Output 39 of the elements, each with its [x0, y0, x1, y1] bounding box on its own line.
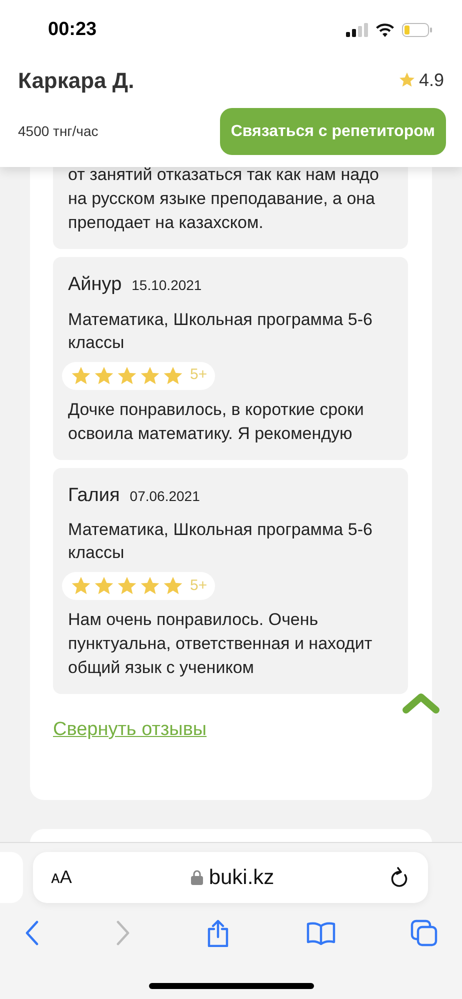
- wifi-icon: [376, 23, 394, 37]
- star-icon: [70, 364, 92, 386]
- status-time: 00:23: [48, 18, 97, 42]
- review-date: 15.10.2021: [132, 276, 202, 295]
- review-date: 07.06.2021: [130, 486, 200, 506]
- star-icon: [116, 575, 138, 597]
- star-icon: [139, 364, 161, 386]
- star-icon: [398, 71, 416, 89]
- star-icon: [116, 364, 138, 386]
- grade-text: 5+: [190, 365, 208, 386]
- review-text: от занятий отказаться так как нам надо на русском языке преподавание, а она преподает на казахском.: [68, 164, 380, 234]
- signal-icon: [346, 23, 368, 37]
- star-icon: [162, 575, 184, 597]
- battery-icon: [402, 23, 432, 37]
- scroll-up-icon[interactable]: [402, 692, 440, 714]
- review-author: Галия: [68, 484, 120, 508]
- book-icon[interactable]: [306, 921, 336, 945]
- star-icon: [93, 364, 115, 386]
- star-icon: [93, 575, 115, 597]
- reload-icon[interactable]: [390, 866, 410, 888]
- review-subject: Математика, Школьная программа 5-6 классы: [68, 519, 374, 564]
- price-text: 4500 тнг/час: [18, 122, 98, 141]
- grade-text: 5+: [190, 576, 208, 596]
- review-author: Айнур: [68, 273, 122, 297]
- address-field[interactable]: ᴀA buki.kz: [33, 852, 428, 903]
- review-subject: Математика, Школьная программа 5-6 классы: [68, 308, 374, 354]
- tutor-rating: 4.9: [418, 68, 444, 92]
- star-icon: [139, 575, 161, 597]
- tutor-name: Каркара Д.: [18, 66, 134, 95]
- text-size-button[interactable]: ᴀA: [51, 864, 91, 891]
- lock-icon: [190, 870, 203, 885]
- review-text: Дочке понравилось, в короткие сроки освоила математику. Я рекомендую: [68, 398, 365, 444]
- back-icon[interactable]: [24, 920, 40, 946]
- star-icon: [162, 364, 184, 386]
- star-icon: [70, 575, 92, 597]
- tabs-icon[interactable]: [410, 919, 438, 947]
- url-text: buki.kz: [208, 864, 274, 891]
- review-text: Нам очень понравилось. Очень пунктуальна, ответственная и находит общий язык с учеником: [68, 609, 374, 679]
- share-icon[interactable]: [205, 919, 231, 947]
